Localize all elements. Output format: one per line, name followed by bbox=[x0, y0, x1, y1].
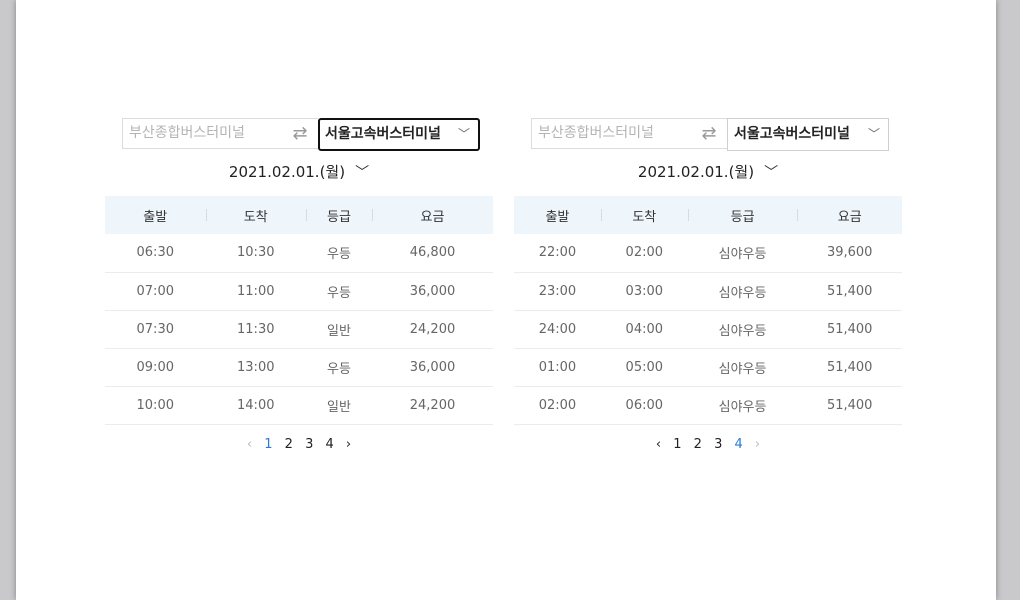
cell-fare: 39,600 bbox=[826, 245, 873, 261]
chevron-right-icon[interactable]: › bbox=[342, 437, 355, 452]
route-selector: 부산종합버스터미널 ⇄ 서울고속버스터미널 ﹀ bbox=[531, 118, 889, 151]
table-row: 23:00 03:00 심야우등 51,400 bbox=[514, 272, 902, 310]
chevron-down-icon: ﹀ bbox=[764, 165, 779, 181]
cell-grade: 우등 bbox=[327, 285, 351, 301]
cell-departure: 10:00 bbox=[136, 397, 174, 413]
chevron-left-icon[interactable]: ‹ bbox=[652, 437, 665, 452]
page-link-4[interactable]: 4 bbox=[730, 437, 746, 452]
arrival-terminal-select[interactable]: 서울고속버스터미널 ﹀ bbox=[727, 118, 889, 151]
cell-departure: 06:30 bbox=[136, 245, 174, 261]
arrival-terminal-value: 서울고속버스터미널 bbox=[325, 126, 441, 142]
column-header-arrival: 도착 bbox=[205, 196, 307, 234]
page-link-2[interactable]: 2 bbox=[690, 437, 706, 452]
chevron-down-icon: ﹀ bbox=[457, 127, 470, 141]
cell-fare: 24,200 bbox=[409, 321, 456, 337]
cell-departure: 07:30 bbox=[136, 321, 174, 337]
cell-grade: 심야우등 bbox=[718, 361, 767, 377]
page-link-2[interactable]: 2 bbox=[281, 437, 297, 452]
page-link-4[interactable]: 4 bbox=[321, 437, 337, 452]
cell-departure: 23:00 bbox=[538, 283, 577, 299]
cell-grade: 일반 bbox=[327, 323, 351, 339]
pagination: ‹ 1 2 3 4 › bbox=[105, 437, 493, 452]
column-header-fare: 요금 bbox=[372, 196, 493, 234]
cell-departure: 24:00 bbox=[538, 321, 577, 337]
chevron-down-icon: ﹀ bbox=[867, 127, 880, 141]
cell-arrival: 14:00 bbox=[237, 397, 275, 413]
cell-arrival: 13:00 bbox=[237, 359, 275, 375]
date-value: 2021.02.01.(월) bbox=[228, 163, 346, 181]
column-header-fare: 요금 bbox=[797, 196, 902, 234]
arrival-terminal-value: 서울고속버스터미널 bbox=[734, 126, 850, 142]
timetable-panel-right: 부산종합버스터미널 ⇄ 서울고속버스터미널 ﹀ 2021.02.01.(월) ﹀ … bbox=[514, 118, 902, 452]
swap-arrows-icon[interactable]: ⇄ bbox=[282, 118, 318, 149]
cell-fare: 51,400 bbox=[826, 359, 873, 375]
page-link-1[interactable]: 1 bbox=[669, 437, 685, 452]
chevron-right-icon[interactable]: › bbox=[751, 437, 764, 452]
column-header-arrival: 도착 bbox=[600, 196, 688, 234]
document-page: 부산종합버스터미널 ⇄ 서울고속버스터미널 ﹀ 2021.02.01.(월) ﹀ … bbox=[16, 0, 996, 600]
cell-grade: 심야우등 bbox=[718, 247, 767, 263]
cell-departure: 22:00 bbox=[538, 245, 577, 261]
chevron-down-icon: ﹀ bbox=[355, 165, 370, 181]
page-link-1[interactable]: 1 bbox=[260, 437, 276, 452]
page-link-3[interactable]: 3 bbox=[301, 437, 317, 452]
table-row: 10:00 14:00 일반 24,200 bbox=[105, 386, 493, 424]
cell-departure: 07:00 bbox=[136, 283, 174, 299]
cell-departure: 09:00 bbox=[136, 359, 174, 375]
departure-terminal-field[interactable]: 부산종합버스터미널 bbox=[531, 118, 691, 149]
cell-arrival: 06:00 bbox=[625, 397, 664, 413]
cell-arrival: 11:30 bbox=[237, 321, 275, 337]
cell-grade: 심야우등 bbox=[718, 323, 767, 339]
table-row: 24:00 04:00 심야우등 51,400 bbox=[514, 310, 902, 348]
cell-grade: 일반 bbox=[327, 399, 351, 415]
date-selector[interactable]: 2021.02.01.(월) ﹀ bbox=[514, 161, 902, 187]
cell-fare: 51,400 bbox=[826, 397, 873, 413]
cell-fare: 51,400 bbox=[826, 321, 873, 337]
timetable-panel-left: 부산종합버스터미널 ⇄ 서울고속버스터미널 ﹀ 2021.02.01.(월) ﹀ … bbox=[105, 118, 493, 452]
departure-terminal-field[interactable]: 부산종합버스터미널 bbox=[122, 118, 282, 149]
cell-arrival: 05:00 bbox=[625, 359, 664, 375]
cell-fare: 36,000 bbox=[409, 359, 456, 375]
route-selector: 부산종합버스터미널 ⇄ 서울고속버스터미널 ﹀ bbox=[122, 118, 480, 151]
cell-fare: 46,800 bbox=[409, 245, 456, 261]
table-row: 01:00 05:00 심야우등 51,400 bbox=[514, 348, 902, 386]
cell-grade: 우등 bbox=[327, 361, 351, 377]
cell-fare: 24,200 bbox=[409, 397, 456, 413]
table-row: 02:00 06:00 심야우등 51,400 bbox=[514, 386, 902, 424]
table-row: 09:00 13:00 우등 36,000 bbox=[105, 348, 493, 386]
cell-arrival: 03:00 bbox=[625, 283, 664, 299]
table-row: 07:00 11:00 우등 36,000 bbox=[105, 272, 493, 310]
cell-grade: 심야우등 bbox=[718, 399, 767, 415]
cell-arrival: 04:00 bbox=[625, 321, 664, 337]
cell-grade: 심야우등 bbox=[718, 285, 767, 301]
table-header-row: 출발 도착 등급 요금 bbox=[514, 196, 902, 234]
cell-departure: 01:00 bbox=[538, 359, 577, 375]
column-header-departure: 출발 bbox=[545, 209, 570, 225]
column-header-grade: 등급 bbox=[306, 196, 372, 234]
table-header-row: 출발 도착 등급 요금 bbox=[105, 196, 493, 234]
cell-arrival: 02:00 bbox=[625, 245, 664, 261]
cell-arrival: 10:30 bbox=[237, 245, 275, 261]
column-header-grade: 등급 bbox=[687, 196, 798, 234]
table-row: 07:30 11:30 일반 24,200 bbox=[105, 310, 493, 348]
arrival-terminal-select[interactable]: 서울고속버스터미널 ﹀ bbox=[318, 118, 480, 151]
column-header-departure: 출발 bbox=[143, 209, 168, 225]
table-row: 06:30 10:30 우등 46,800 bbox=[105, 234, 493, 272]
timetable: 출발 도착 등급 요금 06:30 10:30 우등 46,800 07:00 11:0… bbox=[105, 196, 493, 425]
table-row: 22:00 02:00 심야우등 39,600 bbox=[514, 234, 902, 272]
date-value: 2021.02.01.(월) bbox=[637, 163, 755, 181]
swap-arrows-icon[interactable]: ⇄ bbox=[691, 118, 727, 149]
page-link-3[interactable]: 3 bbox=[710, 437, 726, 452]
cell-departure: 02:00 bbox=[538, 397, 577, 413]
cell-fare: 51,400 bbox=[826, 283, 873, 299]
cell-arrival: 11:00 bbox=[237, 283, 275, 299]
pagination: ‹ 1 2 3 4 › bbox=[514, 437, 902, 452]
timetable: 출발 도착 등급 요금 22:00 02:00 심야우등 39,600 23:00 03… bbox=[514, 196, 902, 425]
cell-grade: 우등 bbox=[327, 247, 351, 263]
date-selector[interactable]: 2021.02.01.(월) ﹀ bbox=[105, 161, 493, 187]
chevron-left-icon[interactable]: ‹ bbox=[243, 437, 256, 452]
cell-fare: 36,000 bbox=[409, 283, 456, 299]
